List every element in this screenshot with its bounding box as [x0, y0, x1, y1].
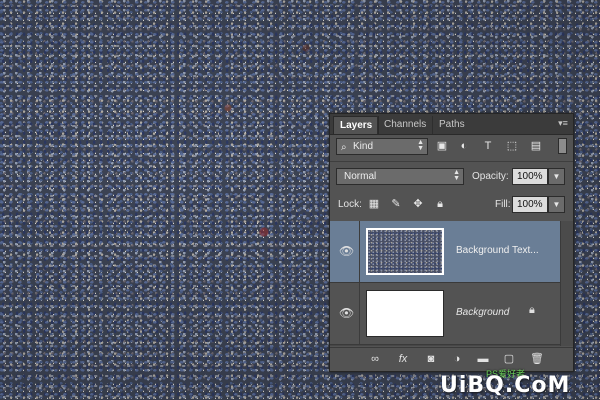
layers-list: 👁︎ Background Text... 👁︎ Background 🔒︎: [330, 221, 573, 346]
layer-thumbnail: [366, 290, 444, 337]
chevron-updown-icon: ▲ ▼: [453, 169, 460, 182]
panel-bottom-toolbar: ∞ fx ◙ ◑ ▬ ▢ 🗑︎: [330, 347, 573, 371]
opacity-slider-button[interactable]: ▼: [548, 168, 565, 185]
type-filter-icon[interactable]: T: [480, 138, 496, 155]
lock-position-move-icon[interactable]: ✥: [410, 196, 426, 213]
tab-channels[interactable]: Channels: [377, 116, 432, 134]
smart-object-filter-icon[interactable]: ▤: [528, 138, 544, 155]
layer-lock-icon: 🔒︎: [529, 304, 535, 316]
layer-style-fx-icon[interactable]: fx: [394, 351, 412, 368]
shape-filter-icon[interactable]: ⬚: [504, 138, 520, 155]
filter-toggle-switch[interactable]: [558, 138, 567, 154]
lock-all-icon[interactable]: 🔒︎: [432, 196, 448, 213]
search-icon: ⌕: [341, 142, 347, 153]
adjustment-layer-icon[interactable]: ◑: [448, 351, 466, 368]
blend-mode-dropdown[interactable]: Normal ▲ ▼: [336, 168, 464, 185]
layers-scrollbar[interactable]: [560, 221, 573, 346]
visibility-cell[interactable]: 👁︎: [330, 221, 360, 282]
panel-tab-bar: Layers Channels Paths ▾≡: [330, 114, 573, 135]
filter-kind-label: Kind: [353, 141, 374, 152]
divider: [330, 161, 573, 162]
link-layers-icon[interactable]: ∞: [366, 351, 384, 368]
tab-paths[interactable]: Paths: [432, 116, 471, 134]
tab-layers[interactable]: Layers: [333, 116, 380, 134]
adjustment-filter-icon[interactable]: ◐: [456, 138, 472, 155]
blend-mode-value: Normal: [344, 171, 377, 182]
fill-slider-button[interactable]: ▼: [548, 196, 565, 213]
watermark-main-text: UiBQ.CoM: [440, 373, 571, 398]
opacity-input[interactable]: 100%: [512, 168, 548, 185]
layer-name: Background: [456, 307, 510, 318]
eye-visibility-icon[interactable]: 👁︎: [339, 306, 354, 320]
layer-thumbnail: [366, 228, 444, 275]
fill-input[interactable]: 100%: [512, 196, 548, 213]
filter-kind-dropdown[interactable]: ⌕ Kind ▲ ▼: [336, 138, 428, 155]
layer-row-background[interactable]: 👁︎ Background 🔒︎: [330, 283, 573, 345]
lock-transparent-pixels-icon[interactable]: ▦: [366, 196, 382, 213]
image-filter-icon[interactable]: ▣: [434, 138, 450, 155]
layer-row-background-texture[interactable]: 👁︎ Background Text...: [330, 221, 573, 283]
layer-name: Background Text...: [456, 245, 539, 256]
lock-label: Lock:: [338, 199, 362, 210]
lock-image-pixels-brush-icon[interactable]: ✎: [388, 196, 404, 213]
new-group-folder-icon[interactable]: ▬: [474, 351, 492, 368]
chevron-updown-icon: ▲ ▼: [417, 139, 424, 152]
panel-menu-icon[interactable]: ▾≡: [556, 117, 570, 129]
eye-visibility-icon[interactable]: 👁︎: [339, 244, 354, 258]
new-layer-icon[interactable]: ▢: [500, 351, 518, 368]
fill-label: Fill:: [495, 199, 511, 210]
visibility-cell[interactable]: 👁︎: [330, 283, 360, 344]
opacity-label: Opacity:: [472, 171, 509, 182]
layer-mask-icon[interactable]: ◙: [422, 351, 440, 368]
delete-trash-icon[interactable]: 🗑︎: [528, 351, 546, 368]
layers-panel: Layers Channels Paths ▾≡ ⌕ Kind ▲ ▼ ▣ ◐ T…: [329, 113, 574, 372]
